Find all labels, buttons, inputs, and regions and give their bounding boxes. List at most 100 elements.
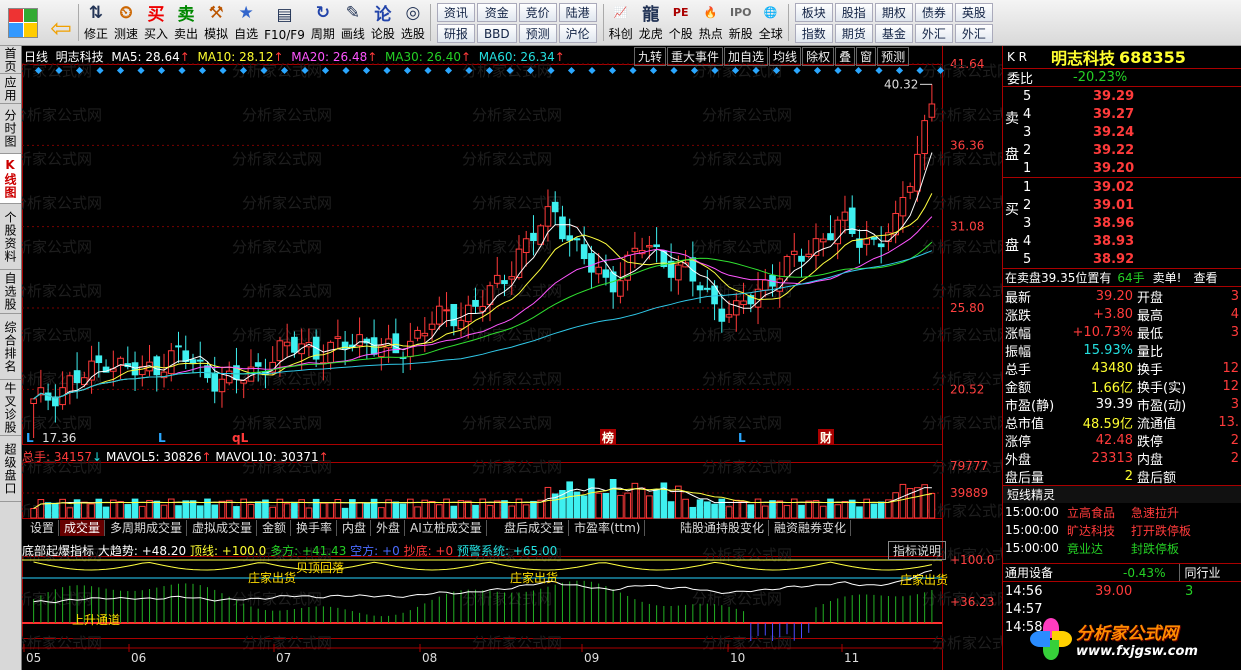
book-row[interactable]: 3 38.96 <box>1003 214 1241 232</box>
stat-key2: 流通值 <box>1137 416 1177 432</box>
toolbar-button-up-down-arrows[interactable]: ⇅ 修正 <box>81 0 111 45</box>
news-item[interactable]: 15:00:00 立高食品 急速拉升 <box>1003 503 1241 521</box>
toolbar-button-sell[interactable]: 卖卖出 <box>171 0 201 45</box>
book-row[interactable]: 2 39.22 <box>1003 141 1241 159</box>
grid-button[interactable]: 指数 <box>794 24 833 43</box>
toolbar-button-clock[interactable]: ⏲ 测速 <box>111 0 141 45</box>
toolbar-button-gavel[interactable]: ⚒ 模拟 <box>201 0 231 45</box>
kline-chart-area[interactable]: 41.6436.3631.0825.8020.52分析家公式网分析家公式网分析家… <box>2 46 1022 670</box>
indicator-tab[interactable]: 融资融券变化 <box>770 520 852 536</box>
book-row[interactable]: 2 39.01 <box>1003 196 1241 214</box>
indicator-tab[interactable]: 陆股通持股变化 <box>676 520 770 536</box>
left-tab-0[interactable]: 首页 <box>0 46 21 74</box>
ma20-label: MA20: 26.48 <box>291 50 368 64</box>
toolbar-button-discussion[interactable]: 论论股 <box>368 0 398 45</box>
chart-tab[interactable]: 加自选 <box>724 47 769 66</box>
book-row[interactable]: 5 39.29 <box>1003 87 1241 105</box>
news-item[interactable]: 15:00:00 旷达科技 打开跌停板 <box>1003 521 1241 539</box>
indicator-tab[interactable]: 外盘 <box>372 520 406 536</box>
volume-bar <box>399 503 407 519</box>
indicator-tab[interactable]: 金额 <box>258 520 292 536</box>
volume-bar <box>588 478 595 519</box>
toolbar-button-cycle[interactable]: ↻ 周期 <box>308 0 338 45</box>
book-row[interactable]: 3 39.24 <box>1003 123 1241 141</box>
grid-button[interactable]: 资金 <box>476 3 517 22</box>
chart-tab[interactable]: 窗 <box>856 47 877 66</box>
grid-button[interactable]: 外汇 <box>914 24 953 43</box>
chart-tab[interactable]: 除权 <box>802 47 835 66</box>
left-tab-6[interactable]: 综合排名 <box>0 314 21 380</box>
grid-button[interactable]: 英股 <box>954 3 993 22</box>
indicator-tab[interactable]: 虚拟成交量 <box>188 520 258 536</box>
indicator-tab[interactable]: 内盘 <box>338 520 372 536</box>
book-row[interactable]: 4 39.27 <box>1003 105 1241 123</box>
indicator-tab[interactable]: 多周期成交量 <box>106 520 188 536</box>
grid-button[interactable]: 研报 <box>436 24 475 43</box>
toolbar-button-pencil[interactable]: ✎ 画线 <box>338 0 368 45</box>
app-logo[interactable] <box>0 0 46 45</box>
chart-tab[interactable]: 预测 <box>877 47 910 66</box>
indicator-name[interactable]: 底部起爆指标 <box>22 544 94 558</box>
grid-button[interactable]: 竞价 <box>518 3 557 22</box>
book-row[interactable]: 1 39.02 <box>1003 178 1241 196</box>
toolbar-button-hot[interactable]: 🔥 热点 <box>696 0 726 45</box>
left-tab-3[interactable]: K线图 <box>0 154 21 204</box>
left-tab-2[interactable]: 分时图 <box>0 104 21 154</box>
left-tab-1[interactable]: 应用 <box>0 74 21 104</box>
indicator-tab[interactable]: 成交量 <box>60 520 106 536</box>
indicator-help-button[interactable]: 指标说明 <box>888 541 947 560</box>
toolbar-button-stock-pick[interactable]: ◎ 选股 <box>398 0 428 45</box>
event-diamond-icon <box>444 66 453 75</box>
grid-button[interactable]: 股指 <box>834 3 873 22</box>
grid-button[interactable]: 板块 <box>794 3 833 22</box>
chart-tab[interactable]: 九转 <box>634 47 667 66</box>
indicator-tab[interactable]: 盘后成交量 <box>500 520 570 536</box>
grid-button[interactable]: 基金 <box>874 24 913 43</box>
toolbar-button-ipo[interactable]: IPO 新股 <box>726 0 756 45</box>
grid-button[interactable]: BBD <box>476 24 517 43</box>
watermark-text: 分析家公式网 <box>932 634 1002 652</box>
toolbar-button-star[interactable]: ★ 自选 <box>231 0 261 45</box>
indicator-tab[interactable]: 换手率 <box>292 520 338 536</box>
grid-button[interactable]: 资讯 <box>436 3 475 22</box>
large-order-view-link[interactable]: 查看 <box>1193 269 1217 286</box>
grid-button[interactable]: 陆港 <box>558 3 597 22</box>
event-diamond-icon <box>793 66 801 75</box>
volume-bar <box>443 498 450 519</box>
grid-button[interactable]: 外汇 <box>954 24 993 43</box>
left-tab-4[interactable]: 个股资料 <box>0 204 21 270</box>
indicator-tab[interactable]: AI立桩成交量 <box>406 520 487 536</box>
event-diamond-icon <box>834 66 842 75</box>
large-order-note[interactable]: 在卖盘39.35位置有 64手 卖单! 查看 <box>1003 268 1241 286</box>
book-row[interactable]: 5 38.92 <box>1003 250 1241 268</box>
news-item[interactable]: 15:00:00 竟业达 封跌停板 <box>1003 539 1241 557</box>
grid-button[interactable]: 期货 <box>834 24 873 43</box>
sector-name[interactable]: 通用设备 <box>1005 564 1053 581</box>
candle-body <box>211 372 219 392</box>
volume-bar <box>392 501 400 519</box>
grid-button[interactable]: 期权 <box>874 3 913 22</box>
book-row[interactable]: 4 38.93 <box>1003 232 1241 250</box>
toolbar-button-pe[interactable]: PE 个股 <box>666 0 696 45</box>
toolbar-button-dragon-tiger[interactable]: 龍龙虎 <box>636 0 666 45</box>
left-tab-7[interactable]: 牛叉诊股 <box>0 380 21 436</box>
period-label[interactable]: 日线 <box>24 50 48 64</box>
grid-button[interactable]: 债券 <box>914 3 953 22</box>
indicator-tab[interactable]: 设置 <box>26 520 60 536</box>
volume-bar <box>189 500 197 519</box>
toolbar-button-sci-tech[interactable]: 📈 科创 <box>606 0 636 45</box>
back-button[interactable]: ⇦ <box>46 0 76 45</box>
chart-tab[interactable]: 重大事件 <box>667 47 724 66</box>
grid-button[interactable]: 沪伦 <box>558 24 597 43</box>
toolbar-button-buy[interactable]: 买买入 <box>141 0 171 45</box>
left-tab-8[interactable]: 超级盘口 <box>0 436 21 502</box>
book-row[interactable]: 1 39.20 <box>1003 159 1241 177</box>
toolbar-button-document[interactable]: ▤ F10/F9 <box>261 0 308 45</box>
chart-tab[interactable]: 叠 <box>835 47 856 66</box>
toolbar-button-globe[interactable]: 🌐 全球 <box>756 0 786 45</box>
grid-button[interactable]: 预测 <box>518 24 557 43</box>
left-tab-5[interactable]: 自选股 <box>0 270 21 314</box>
indicator-tab[interactable]: 市盈率(ttm) <box>570 520 646 536</box>
chart-tab[interactable]: 均线 <box>769 47 802 66</box>
same-industry-tab[interactable]: 同行业 <box>1179 564 1220 581</box>
